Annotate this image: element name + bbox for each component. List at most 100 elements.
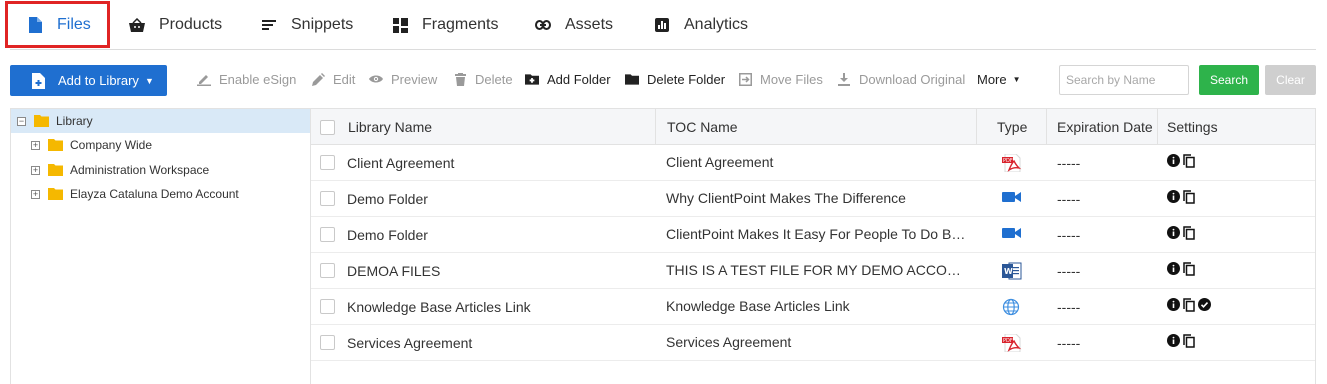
pencil-icon xyxy=(311,72,325,86)
library-name-cell[interactable]: Demo Folder xyxy=(347,217,647,252)
clear-button[interactable]: Clear xyxy=(1265,65,1316,95)
toc-name-cell: ClientPoint Makes It Easy For People To … xyxy=(666,226,966,242)
col-toc-name[interactable]: TOC Name xyxy=(667,109,738,145)
expiration-cell: ----- xyxy=(1057,154,1081,171)
table-row[interactable]: Knowledge Base Articles Link Knowledge Ba… xyxy=(311,289,1315,325)
tree-item-label: Company Wide xyxy=(70,138,153,152)
caret-down-icon: ▼ xyxy=(144,75,154,86)
delete-folder-button[interactable]: Delete Folder xyxy=(625,70,725,88)
row-checkbox[interactable] xyxy=(320,191,335,206)
download-icon xyxy=(837,72,851,86)
copy-icon[interactable] xyxy=(1183,225,1195,245)
table-row[interactable]: Demo Folder Why ClientPoint Makes The Dif… xyxy=(311,181,1315,217)
add-to-library-label: Add to Library xyxy=(58,73,139,88)
collapse-icon[interactable]: − xyxy=(17,116,26,126)
tab-analytics[interactable]: Analytics xyxy=(654,0,748,50)
check-circle-icon[interactable] xyxy=(1198,298,1211,316)
folder-icon xyxy=(48,188,63,200)
preview-button[interactable]: Preview xyxy=(369,70,437,88)
sign-icon xyxy=(197,72,211,86)
expand-icon[interactable]: + xyxy=(31,165,40,175)
nav-divider xyxy=(10,49,1316,50)
settings-cell xyxy=(1167,297,1211,317)
expiration-cell: ----- xyxy=(1057,334,1081,351)
download-original-button[interactable]: Download Original xyxy=(837,70,965,88)
file-icon xyxy=(27,17,43,33)
settings-cell xyxy=(1167,153,1195,173)
add-folder-button[interactable]: Add Folder xyxy=(525,70,611,88)
fragments-icon xyxy=(392,17,408,33)
settings-cell xyxy=(1167,261,1195,281)
toc-name-cell: THIS IS A TEST FILE FOR MY DEMO ACCOUNT xyxy=(666,262,966,278)
word-doc-icon: W xyxy=(1002,262,1022,280)
table-row[interactable]: DEMOA FILES THIS IS A TEST FILE FOR MY DE… xyxy=(311,253,1315,289)
row-checkbox[interactable] xyxy=(320,227,335,242)
expiration-cell: ----- xyxy=(1057,262,1081,279)
row-checkbox[interactable] xyxy=(320,335,335,350)
library-name-cell[interactable]: DEMOA FILES xyxy=(347,253,647,288)
svg-text:W: W xyxy=(1004,267,1013,276)
add-folder-label: Add Folder xyxy=(547,71,611,87)
col-type[interactable]: Type xyxy=(997,109,1027,145)
tab-files[interactable]: Files xyxy=(27,0,91,50)
copy-icon[interactable] xyxy=(1183,333,1195,353)
edit-button[interactable]: Edit xyxy=(311,70,355,88)
info-icon[interactable] xyxy=(1167,262,1180,280)
snippets-icon xyxy=(261,17,277,33)
analytics-icon xyxy=(654,17,670,33)
copy-icon[interactable] xyxy=(1183,297,1195,317)
tree-item-company-wide[interactable]: + Company Wide xyxy=(11,133,310,157)
info-icon[interactable] xyxy=(1167,298,1180,316)
folder-icon xyxy=(48,139,63,151)
expand-icon[interactable]: + xyxy=(31,140,40,150)
select-all-checkbox[interactable] xyxy=(320,120,335,135)
tab-fragments[interactable]: Fragments xyxy=(392,0,498,50)
table-row[interactable]: Demo Folder ClientPoint Makes It Easy For… xyxy=(311,217,1315,253)
settings-cell xyxy=(1167,225,1195,245)
row-checkbox[interactable] xyxy=(320,299,335,314)
tab-snippets[interactable]: Snippets xyxy=(261,0,353,50)
library-name-cell[interactable]: Services Agreement xyxy=(347,325,647,360)
copy-icon[interactable] xyxy=(1183,153,1195,173)
tab-assets[interactable]: Assets xyxy=(535,0,613,50)
library-name-cell[interactable]: Client Agreement xyxy=(347,145,647,180)
search-button[interactable]: Search xyxy=(1199,65,1259,95)
tab-label: Analytics xyxy=(684,16,749,33)
col-expiration-date[interactable]: Expiration Date xyxy=(1057,109,1153,145)
column-divider xyxy=(655,109,656,145)
library-name-cell[interactable]: Knowledge Base Articles Link xyxy=(347,289,647,324)
tab-products[interactable]: Products xyxy=(129,0,222,50)
add-to-library-button[interactable]: Add to Library ▼ xyxy=(10,65,167,96)
library-table: Library Name TOC Name Type Expiration Da… xyxy=(311,108,1316,384)
copy-icon[interactable] xyxy=(1183,261,1195,281)
col-library-name[interactable]: Library Name xyxy=(348,109,432,145)
info-icon[interactable] xyxy=(1167,154,1180,172)
enable-esign-button[interactable]: Enable eSign xyxy=(197,70,296,88)
move-icon xyxy=(738,72,752,86)
table-row[interactable]: Services Agreement Services Agreement PDF -… xyxy=(311,325,1315,361)
row-checkbox[interactable] xyxy=(320,155,335,170)
tree-item-library[interactable]: − Library xyxy=(11,109,310,133)
expand-icon[interactable]: + xyxy=(31,189,40,199)
tree-item-label: Library xyxy=(56,114,93,128)
settings-cell xyxy=(1167,189,1195,209)
table-row[interactable]: Client Agreement Client Agreement PDF ----- xyxy=(311,145,1315,181)
enable-esign-label: Enable eSign xyxy=(219,71,297,87)
info-icon[interactable] xyxy=(1167,226,1180,244)
col-settings: Settings xyxy=(1167,119,1218,135)
tree-item-elayza-demo-account[interactable]: + Elayza Cataluna Demo Account xyxy=(11,182,310,206)
tree-item-administration-workspace[interactable]: + Administration Workspace xyxy=(11,158,310,182)
library-name-cell[interactable]: Demo Folder xyxy=(347,181,647,216)
tree-item-label: Administration Workspace xyxy=(70,163,210,177)
delete-button[interactable]: Delete xyxy=(453,70,513,88)
row-checkbox[interactable] xyxy=(320,263,335,278)
more-label: More xyxy=(977,71,1007,87)
search-input[interactable] xyxy=(1059,65,1189,95)
tab-label: Snippets xyxy=(291,16,354,33)
info-icon[interactable] xyxy=(1167,190,1180,208)
folder-icon xyxy=(48,164,63,176)
more-dropdown[interactable]: More ▼ xyxy=(977,70,1021,88)
info-icon[interactable] xyxy=(1167,334,1180,352)
copy-icon[interactable] xyxy=(1183,189,1195,209)
move-files-button[interactable]: Move Files xyxy=(738,70,823,88)
